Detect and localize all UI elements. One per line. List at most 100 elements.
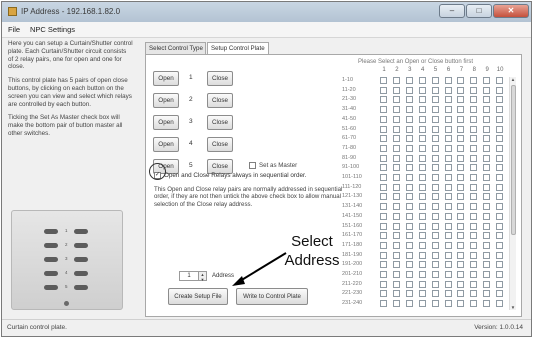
relay-checkbox[interactable] bbox=[457, 290, 465, 298]
relay-checkbox[interactable] bbox=[392, 125, 400, 133]
relay-checkbox[interactable] bbox=[392, 300, 400, 308]
relay-checkbox[interactable] bbox=[457, 251, 465, 259]
relay-checkbox[interactable] bbox=[405, 290, 413, 298]
relay-checkbox[interactable] bbox=[418, 86, 426, 94]
relay-checkbox[interactable] bbox=[405, 183, 413, 191]
relay-checkbox[interactable] bbox=[418, 183, 426, 191]
relay-checkbox[interactable] bbox=[418, 222, 426, 230]
relay-checkbox[interactable] bbox=[457, 125, 465, 133]
relay-checkbox[interactable] bbox=[496, 203, 504, 211]
relay-checkbox[interactable] bbox=[483, 280, 491, 288]
relay-checkbox[interactable] bbox=[470, 77, 478, 84]
relay-checkbox[interactable] bbox=[496, 154, 504, 162]
relay-checkbox[interactable] bbox=[444, 183, 452, 191]
relay-checkbox[interactable] bbox=[444, 300, 452, 308]
relay-checkbox[interactable] bbox=[392, 164, 400, 172]
relay-checkbox[interactable] bbox=[405, 106, 413, 114]
relay-checkbox[interactable] bbox=[483, 106, 491, 114]
relay-checkbox[interactable] bbox=[418, 77, 426, 84]
minimize-button[interactable]: – bbox=[439, 4, 465, 18]
relay-checkbox[interactable] bbox=[483, 300, 491, 308]
relay-checkbox[interactable] bbox=[470, 96, 478, 104]
relay-checkbox[interactable] bbox=[457, 232, 465, 240]
relay-checkbox[interactable] bbox=[444, 77, 452, 84]
relay-checkbox[interactable] bbox=[392, 222, 400, 230]
tab-select-control-type[interactable]: Select Control Type bbox=[145, 42, 206, 54]
relay-checkbox[interactable] bbox=[392, 144, 400, 152]
relay-checkbox[interactable] bbox=[405, 241, 413, 249]
relay-checkbox[interactable] bbox=[496, 106, 504, 114]
relay-checkbox[interactable] bbox=[470, 290, 478, 298]
relay-checkbox[interactable] bbox=[483, 251, 491, 259]
relay-checkbox[interactable] bbox=[431, 241, 439, 249]
relay-checkbox[interactable] bbox=[380, 183, 387, 191]
relay-checkbox[interactable] bbox=[444, 203, 452, 211]
relay-checkbox[interactable] bbox=[380, 106, 387, 114]
relay-checkbox[interactable] bbox=[457, 212, 465, 220]
close-button[interactable]: Close bbox=[207, 93, 233, 108]
relay-checkbox[interactable] bbox=[418, 193, 426, 201]
relay-checkbox[interactable] bbox=[483, 193, 491, 201]
relay-checkbox[interactable] bbox=[405, 144, 413, 152]
relay-checkbox[interactable] bbox=[380, 232, 387, 240]
relay-checkbox[interactable] bbox=[392, 115, 400, 123]
relay-checkbox[interactable] bbox=[431, 203, 439, 211]
open-button[interactable]: Open bbox=[153, 93, 179, 108]
relay-checkbox[interactable] bbox=[418, 106, 426, 114]
relay-checkbox[interactable] bbox=[496, 251, 504, 259]
write-to-control-plate-button[interactable]: Write to Control Plate bbox=[236, 288, 308, 305]
relay-checkbox[interactable] bbox=[380, 222, 387, 230]
relay-checkbox[interactable] bbox=[405, 193, 413, 201]
relay-checkbox[interactable] bbox=[392, 280, 400, 288]
sequential-order-checkbox[interactable]: ✓ Open and Close Relays always in sequent… bbox=[154, 172, 306, 179]
relay-checkbox[interactable] bbox=[457, 300, 465, 308]
relay-checkbox[interactable] bbox=[470, 203, 478, 211]
relay-checkbox[interactable] bbox=[392, 106, 400, 114]
menu-npc-settings[interactable]: NPC Settings bbox=[30, 25, 75, 34]
relay-checkbox[interactable] bbox=[470, 183, 478, 191]
relay-checkbox[interactable] bbox=[431, 115, 439, 123]
relay-checkbox[interactable] bbox=[431, 135, 439, 143]
relay-checkbox[interactable] bbox=[483, 154, 491, 162]
relay-checkbox[interactable] bbox=[380, 174, 387, 181]
relay-checkbox[interactable] bbox=[392, 251, 400, 259]
relay-checkbox[interactable] bbox=[470, 86, 478, 94]
relay-checkbox[interactable] bbox=[418, 280, 426, 288]
relay-checkbox[interactable] bbox=[380, 203, 387, 211]
relay-checkbox[interactable] bbox=[444, 164, 452, 172]
relay-checkbox[interactable] bbox=[483, 96, 491, 104]
relay-checkbox[interactable] bbox=[380, 290, 387, 298]
relay-checkbox[interactable] bbox=[470, 300, 478, 308]
relay-checkbox[interactable] bbox=[483, 271, 491, 278]
relay-checkbox[interactable] bbox=[380, 280, 387, 288]
relay-checkbox[interactable] bbox=[496, 271, 504, 278]
relay-checkbox[interactable] bbox=[431, 251, 439, 259]
relay-checkbox[interactable] bbox=[457, 144, 465, 152]
scroll-thumb[interactable] bbox=[511, 85, 516, 235]
relay-checkbox[interactable] bbox=[431, 232, 439, 240]
relay-checkbox[interactable] bbox=[470, 115, 478, 123]
relay-checkbox[interactable] bbox=[405, 174, 413, 181]
relay-checkbox[interactable] bbox=[418, 96, 426, 104]
maximize-button[interactable]: □ bbox=[466, 4, 492, 18]
relay-checkbox[interactable] bbox=[444, 96, 452, 104]
relay-checkbox[interactable] bbox=[483, 135, 491, 143]
relay-checkbox[interactable] bbox=[380, 144, 387, 152]
relay-checkbox[interactable] bbox=[405, 300, 413, 308]
relay-checkbox[interactable] bbox=[457, 77, 465, 84]
relay-checkbox[interactable] bbox=[405, 115, 413, 123]
relay-checkbox[interactable] bbox=[496, 96, 504, 104]
spin-down-icon[interactable]: ▼ bbox=[199, 277, 206, 282]
relay-checkbox[interactable] bbox=[431, 222, 439, 230]
relay-checkbox[interactable] bbox=[496, 144, 504, 152]
relay-checkbox[interactable] bbox=[444, 241, 452, 249]
relay-checkbox[interactable] bbox=[444, 290, 452, 298]
relay-checkbox[interactable] bbox=[431, 300, 439, 308]
close-button[interactable]: Close bbox=[207, 115, 233, 130]
relay-checkbox[interactable] bbox=[418, 271, 426, 278]
relay-checkbox[interactable] bbox=[431, 125, 439, 133]
relay-checkbox[interactable] bbox=[392, 96, 400, 104]
relay-checkbox[interactable] bbox=[380, 300, 387, 308]
relay-checkbox[interactable] bbox=[470, 241, 478, 249]
relay-checkbox[interactable] bbox=[392, 135, 400, 143]
